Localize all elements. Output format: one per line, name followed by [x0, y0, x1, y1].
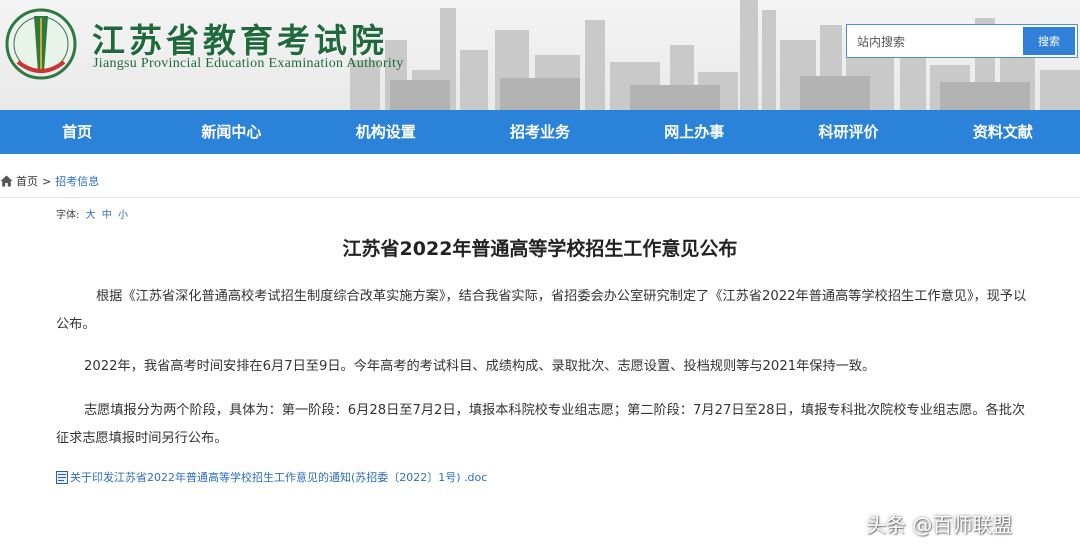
nav-item-organization[interactable]: 机构设置 [309, 110, 463, 154]
nav-item-online-services[interactable]: 网上办事 [617, 110, 771, 154]
breadcrumb-current-link[interactable]: 招考信息 [55, 173, 99, 189]
authority-logo-icon [5, 8, 77, 80]
site-title: 江苏省教育考试院 [92, 21, 388, 60]
breadcrumb-home-link[interactable]: 首页 [16, 173, 38, 189]
breadcrumb-divider [0, 197, 1080, 198]
font-size-small[interactable]: 小 [118, 210, 128, 221]
nav-item-admissions[interactable]: 招考业务 [463, 110, 617, 154]
article-paragraph: 2022年，我省高考时间安排在6月7日至9日。今年高考的考试科目、成绩构成、录取… [84, 359, 876, 374]
nav-item-research[interactable]: 科研评价 [771, 110, 925, 154]
site-subtitle: Jiangsu Provincial Education Examination… [93, 56, 404, 71]
search-box: 搜索 [846, 24, 1078, 58]
breadcrumb: 首页 > 招考信息 [0, 172, 99, 190]
site-header: 江苏省教育考试院 Jiangsu Provincial Education Ex… [0, 0, 1080, 110]
watermark: 头条 @百师联盟 [866, 513, 1013, 537]
article-paragraph: 志愿填报分为两个阶段，具体为：第一阶段：6月28日至7月2日，填报本科院校专业组… [56, 403, 1026, 446]
breadcrumb-separator: > [42, 174, 52, 188]
home-icon [0, 175, 13, 187]
search-input[interactable] [851, 28, 1027, 56]
article-title: 江苏省2022年普通高等学校招生工作意见公布 [342, 238, 738, 260]
font-size-medium[interactable]: 中 [102, 210, 112, 221]
font-size-label: 字体: [56, 210, 80, 221]
search-button[interactable]: 搜索 [1023, 27, 1075, 55]
nav-item-news-center[interactable]: 新闻中心 [154, 110, 308, 154]
attachment-link[interactable]: 关于印发江苏省2022年普通高等学校招生工作意见的通知(苏招委〔2022〕1号)… [56, 469, 487, 485]
nav-item-documents[interactable]: 资料文献 [926, 110, 1080, 154]
attachment-filename: 关于印发江苏省2022年普通高等学校招生工作意见的通知(苏招委〔2022〕1号)… [70, 471, 488, 484]
nav-item-home[interactable]: 首页 [0, 110, 154, 154]
font-size-selector: 字体: 大 中 小 [56, 206, 128, 221]
font-size-large[interactable]: 大 [86, 210, 96, 221]
word-document-icon [56, 470, 68, 484]
article-paragraph: 根据《江苏省深化普通高校考试招生制度综合改革实施方案》，结合我省实际，省招委会办… [56, 289, 1027, 332]
main-nav: 首页 新闻中心 机构设置 招考业务 网上办事 科研评价 资料文献 [0, 110, 1080, 154]
